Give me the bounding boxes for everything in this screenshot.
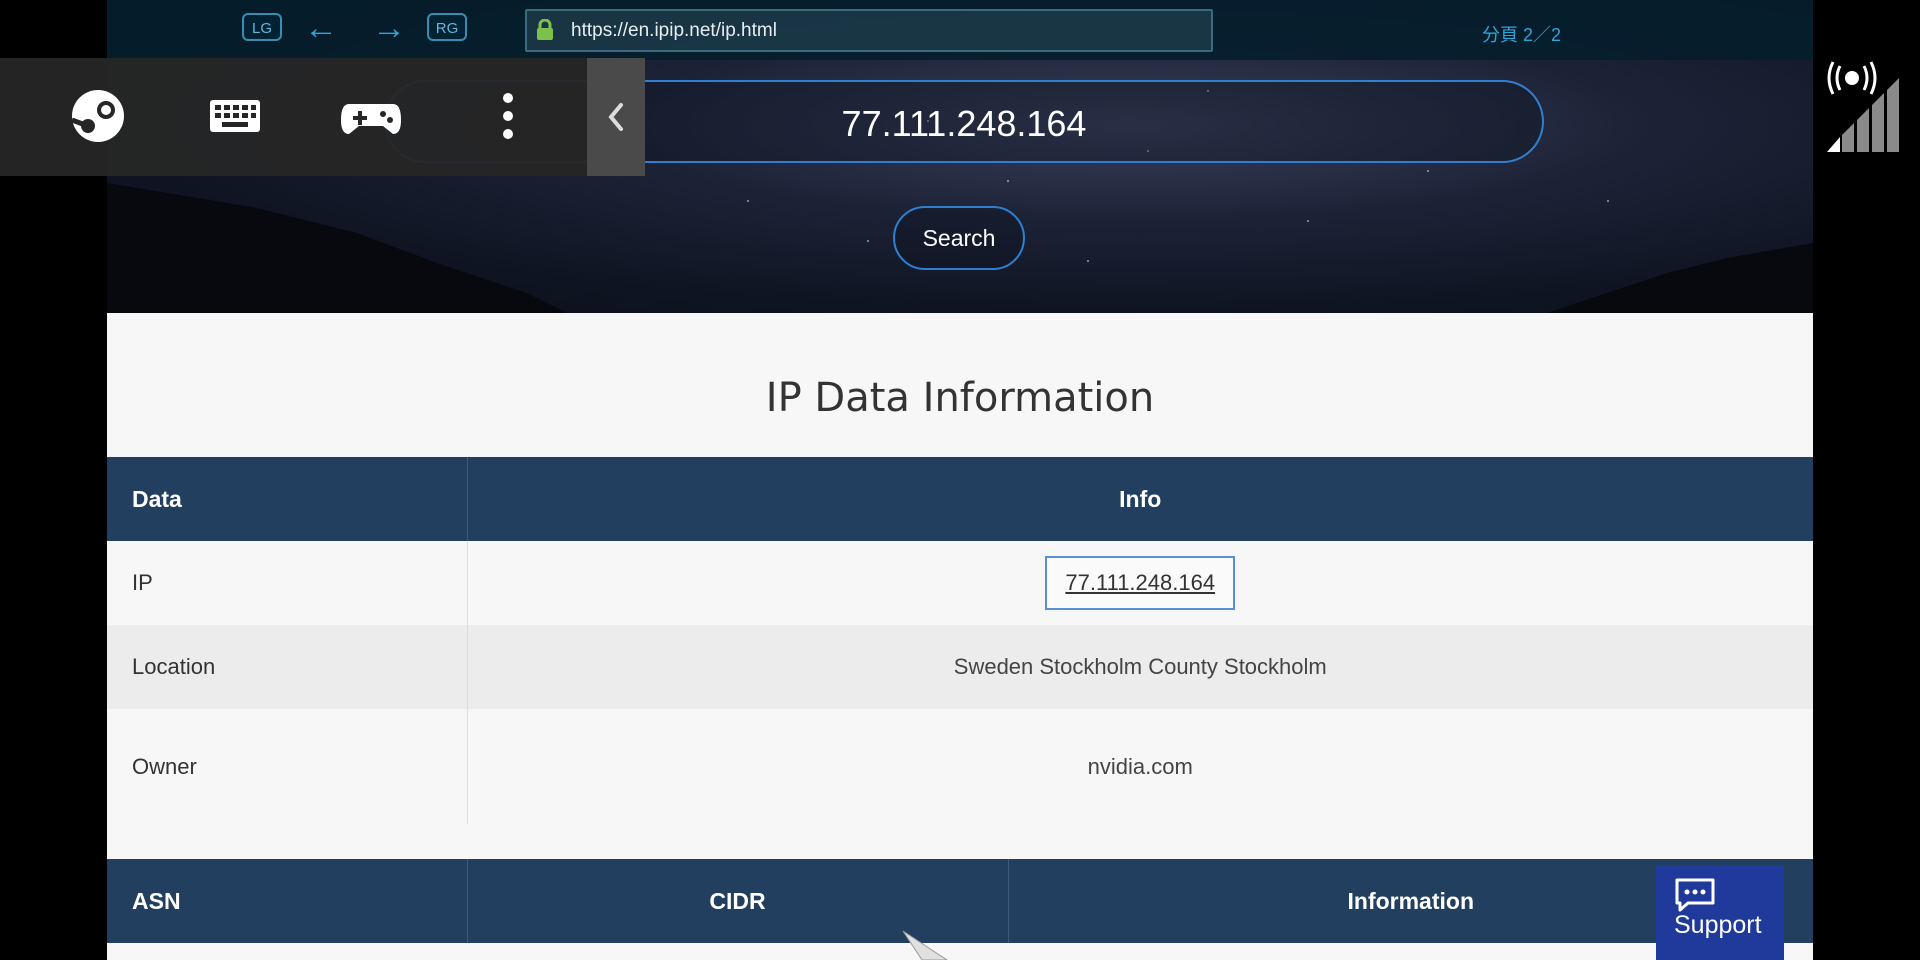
search-button[interactable]: Search [893, 206, 1025, 270]
table-row: Location Sweden Stockholm County Stockho… [107, 625, 1813, 709]
collapse-toolbar-button[interactable] [587, 58, 645, 176]
column-header-info: Info [467, 457, 1813, 541]
row-value-location: Sweden Stockholm County Stockholm [467, 625, 1813, 709]
ip-info-table: Data Info IP 77.111.248.164 Location Swe… [107, 457, 1813, 824]
row-value-owner: nvidia.com [467, 709, 1813, 824]
ip-link[interactable]: 77.111.248.164 [1045, 556, 1236, 610]
gamepad-icon[interactable] [335, 80, 407, 152]
overlay-toolbar [0, 58, 645, 176]
row-label-location: Location [107, 625, 468, 709]
forward-arrow-icon[interactable]: → [369, 10, 409, 46]
steam-icon[interactable] [62, 80, 134, 152]
column-header-asn: ASN [107, 859, 468, 943]
asn-table: ASN CIDR Information [107, 859, 1813, 943]
table-header-row: ASN CIDR Information [107, 859, 1813, 943]
support-label: Support [1674, 911, 1762, 939]
support-button[interactable]: Support [1656, 865, 1784, 960]
connection-signal-icon [1827, 61, 1899, 152]
chevron-left-icon [608, 103, 623, 131]
browser-chrome: LG ← → RG https://en.ipip.net/ip.html 分頁… [107, 0, 1813, 60]
row-label-owner: Owner [107, 709, 468, 824]
back-arrow-icon[interactable]: ← [301, 10, 341, 46]
chat-bubble-icon [1675, 878, 1715, 912]
table-header-row: Data Info [107, 457, 1813, 541]
address-bar[interactable]: https://en.ipip.net/ip.html [525, 9, 1213, 52]
url-text: https://en.ipip.net/ip.html [571, 20, 777, 41]
lock-icon [537, 19, 553, 40]
table-row: Owner nvidia.com [107, 709, 1813, 824]
section-title: IP Data Information [765, 375, 1155, 421]
row-label-ip: IP [107, 541, 468, 625]
left-trigger-button[interactable]: LG [242, 13, 282, 41]
row-value-cell: 77.111.248.164 [467, 541, 1813, 625]
right-trigger-button[interactable]: RG [427, 13, 467, 41]
table-row: IP 77.111.248.164 [107, 541, 1813, 625]
mouse-cursor-icon [902, 930, 948, 960]
page-indicator: 分頁 2／2 [1482, 25, 1562, 45]
column-header-data: Data [107, 457, 468, 541]
keyboard-icon[interactable] [198, 80, 270, 152]
more-vertical-icon[interactable] [472, 80, 544, 152]
